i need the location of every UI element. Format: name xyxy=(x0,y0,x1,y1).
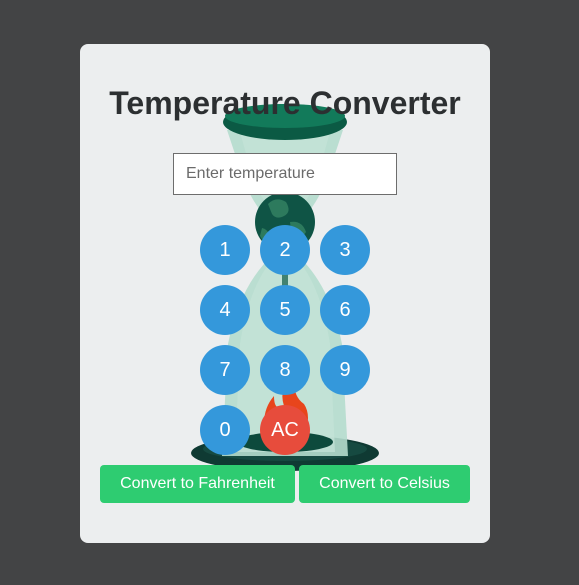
clear-button[interactable]: AC xyxy=(260,405,310,455)
key-8-button[interactable]: 8 xyxy=(260,345,310,395)
key-3-button[interactable]: 3 xyxy=(320,225,370,275)
key-6-button[interactable]: 6 xyxy=(320,285,370,335)
key-2-button[interactable]: 2 xyxy=(260,225,310,275)
key-9-button[interactable]: 9 xyxy=(320,345,370,395)
convert-to-fahrenheit-button[interactable]: Convert to Fahrenheit xyxy=(100,465,295,503)
key-5-button[interactable]: 5 xyxy=(260,285,310,335)
convert-to-celsius-button[interactable]: Convert to Celsius xyxy=(299,465,470,503)
key-7-button[interactable]: 7 xyxy=(200,345,250,395)
key-0-button[interactable]: 0 xyxy=(200,405,250,455)
key-1-button[interactable]: 1 xyxy=(200,225,250,275)
key-4-button[interactable]: 4 xyxy=(200,285,250,335)
temperature-input[interactable] xyxy=(173,153,397,195)
page-title: Temperature Converter xyxy=(109,85,461,121)
converter-card: Temperature Converter 1 2 3 4 5 6 7 8 9 … xyxy=(80,44,490,543)
